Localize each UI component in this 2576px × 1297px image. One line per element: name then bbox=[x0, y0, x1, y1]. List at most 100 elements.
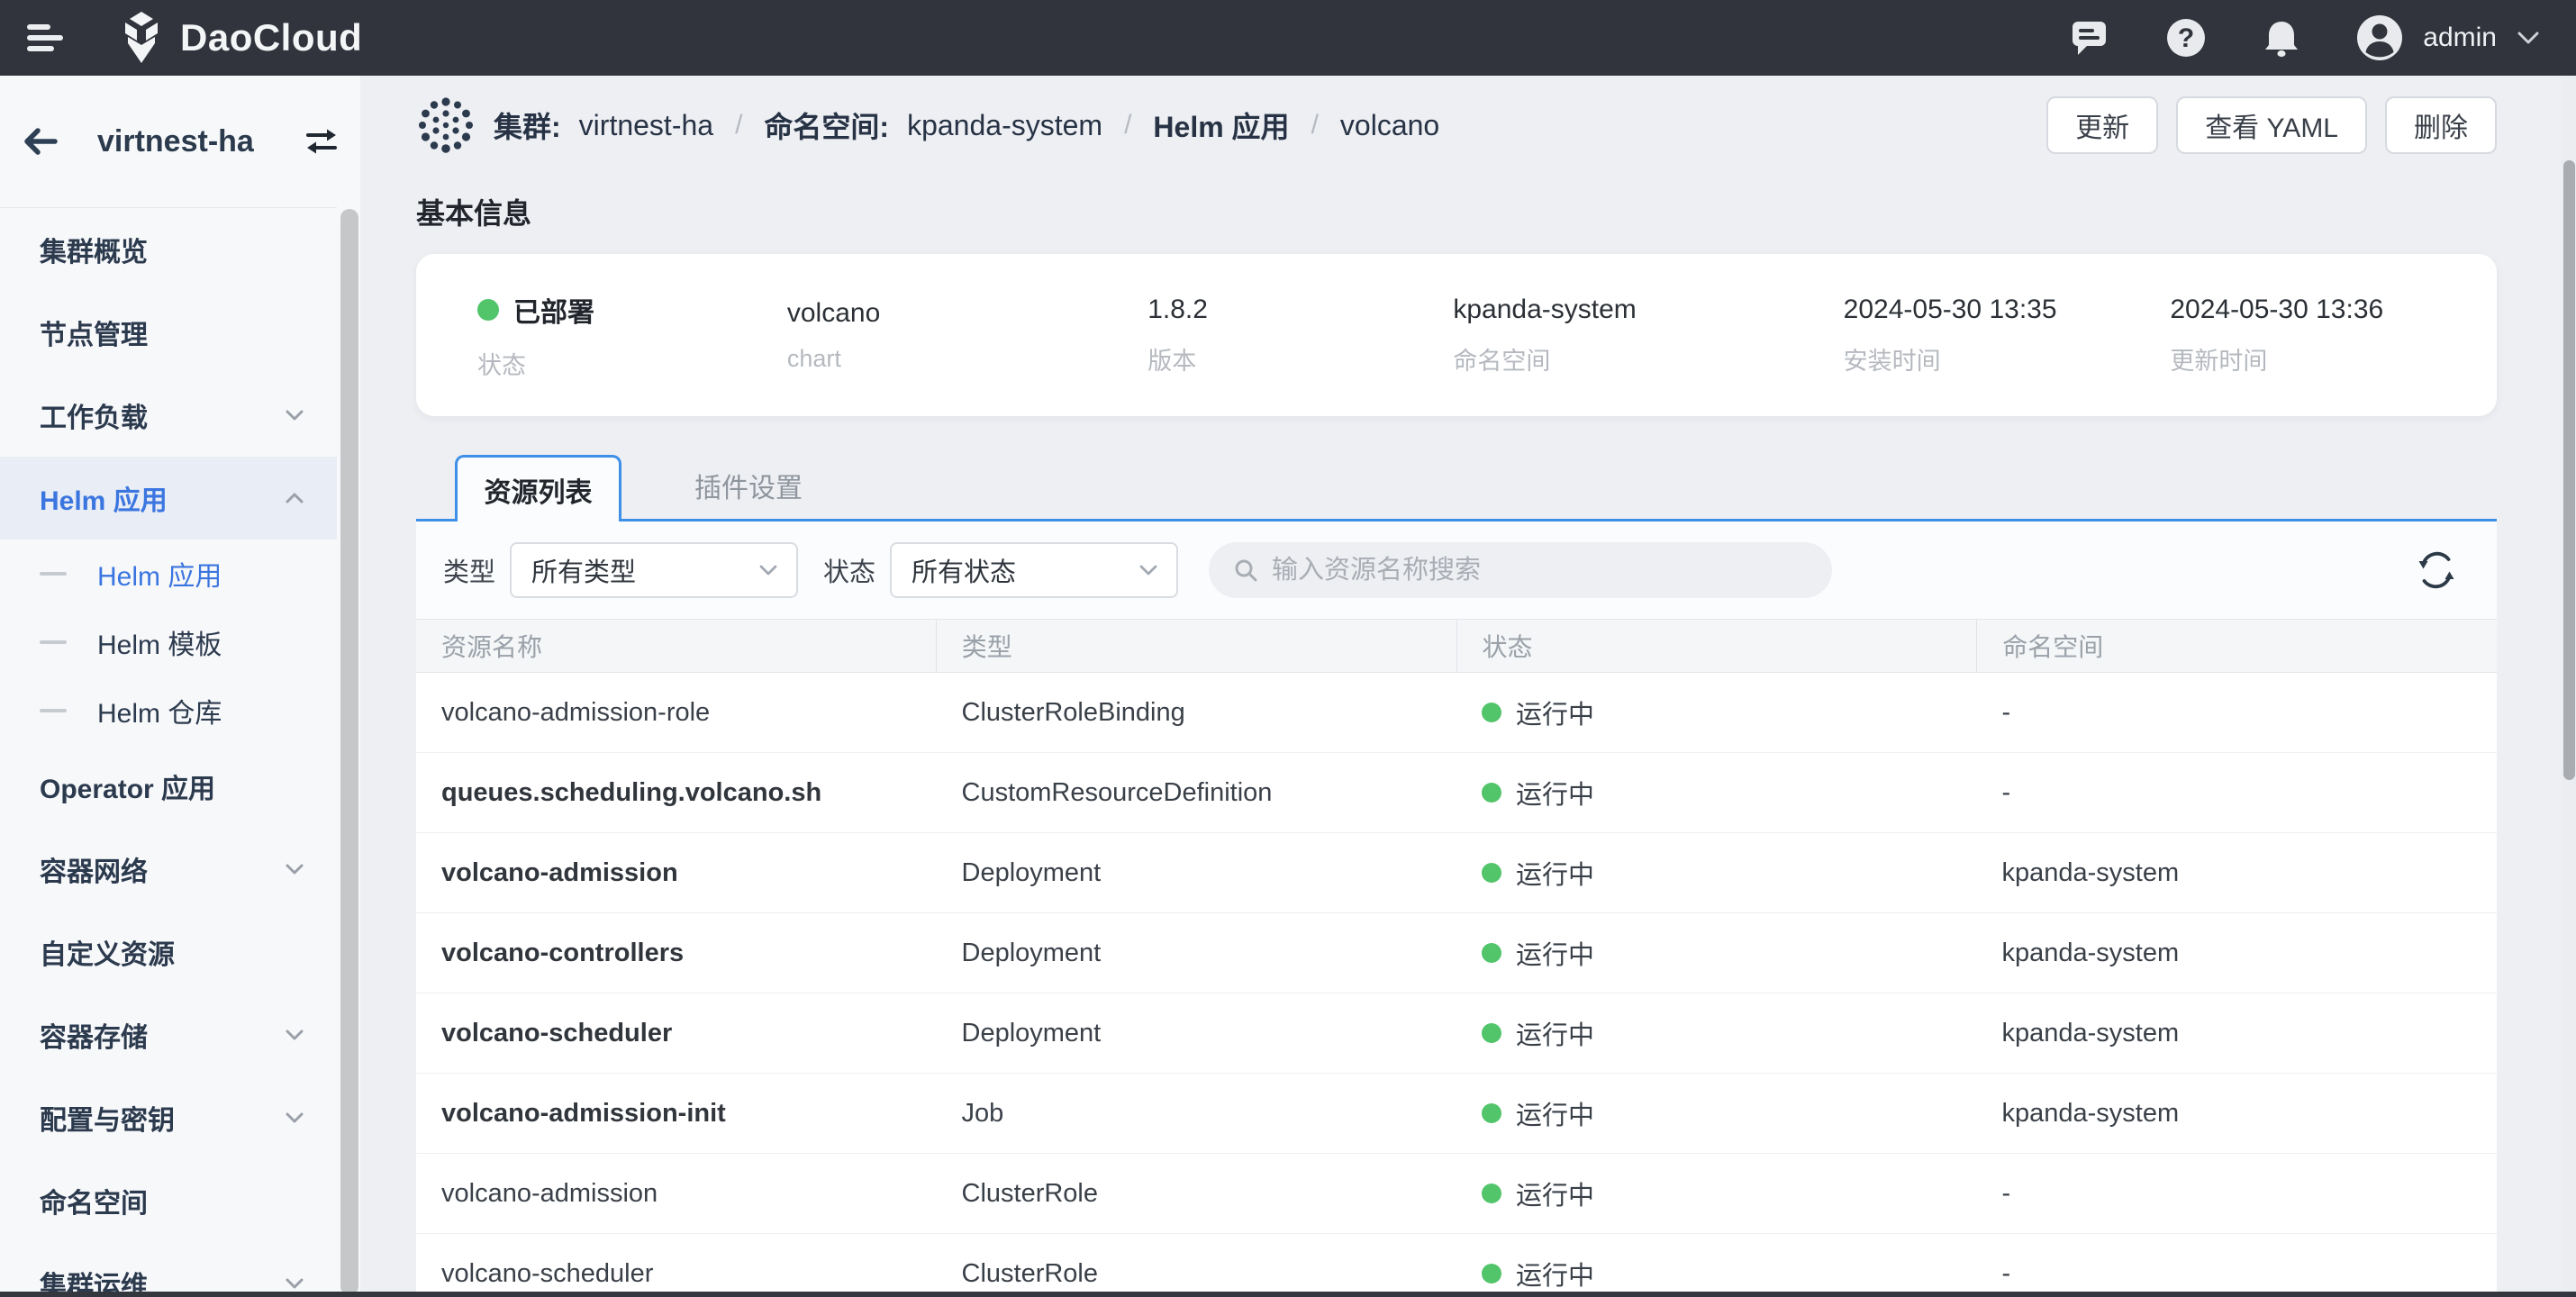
page-scrollbar-thumb[interactable] bbox=[2563, 160, 2575, 780]
cell-resource-name: volcano-scheduler bbox=[416, 1259, 937, 1289]
breadcrumb-item[interactable]: volcano bbox=[1340, 109, 1439, 142]
brand[interactable]: DaoCloud bbox=[117, 11, 362, 65]
sidebar-item-集群运维[interactable]: 集群运维 bbox=[0, 1242, 337, 1297]
menu-icon[interactable] bbox=[27, 22, 67, 54]
sidebar-item-容器存储[interactable]: 容器存储 bbox=[0, 993, 337, 1076]
update-button[interactable]: 更新 bbox=[2046, 96, 2158, 154]
table-row: volcano-controllersDeployment运行中kpanda-s… bbox=[416, 913, 2497, 993]
info-field-label: 命名空间 bbox=[1453, 341, 1843, 376]
help-icon[interactable]: ? bbox=[2165, 17, 2207, 59]
sidebar-item-label: 节点管理 bbox=[40, 313, 148, 352]
cell-status: 运行中 bbox=[1456, 1175, 1977, 1212]
sidebar-item-helm-仓库[interactable]: Helm 仓库 bbox=[0, 676, 337, 745]
breadcrumb-item[interactable]: Helm 应用 bbox=[1153, 104, 1289, 146]
sidebar-item-label: 工作负载 bbox=[40, 395, 148, 435]
breadcrumb-separator: / bbox=[1311, 110, 1319, 141]
sidebar-item-工作负载[interactable]: 工作负载 bbox=[0, 374, 337, 457]
table-row: volcano-schedulerDeployment运行中kpanda-sys… bbox=[416, 993, 2497, 1074]
sidebar-item-命名空间[interactable]: 命名空间 bbox=[0, 1159, 337, 1242]
sidebar-item-label: 容器存储 bbox=[40, 1015, 148, 1055]
breadcrumb-item[interactable]: 命名空间: bbox=[764, 104, 889, 146]
chevron-down-icon bbox=[283, 404, 306, 427]
brand-name: DaoCloud bbox=[180, 16, 362, 59]
status-filter-label: 状态 bbox=[823, 551, 875, 589]
breadcrumb-item[interactable]: virtnest-ha bbox=[579, 109, 713, 142]
tab-资源列表[interactable]: 资源列表 bbox=[455, 455, 621, 522]
sidebar-item-helm-模板[interactable]: Helm 模板 bbox=[0, 608, 337, 676]
info-field-命名空间: kpanda-system 命名空间 bbox=[1453, 295, 1843, 376]
topbar: DaoCloud ? bbox=[0, 0, 2576, 76]
table-header: 资源名称类型状态命名空间 bbox=[416, 619, 2497, 673]
table-row: volcano-admission-initJob运行中kpanda-syste… bbox=[416, 1074, 2497, 1154]
column-header-类型: 类型 bbox=[936, 620, 1456, 672]
type-filter-value: 所有类型 bbox=[531, 551, 636, 589]
table-body: volcano-admission-roleClusterRoleBinding… bbox=[416, 673, 2497, 1297]
resource-search[interactable] bbox=[1209, 542, 1832, 598]
info-field-value: 2024-05-30 13:35 bbox=[1844, 295, 2171, 325]
chevron-down-icon bbox=[283, 1106, 306, 1129]
notification-bell-icon[interactable] bbox=[2261, 17, 2302, 59]
status-dot-icon bbox=[1482, 1264, 1501, 1283]
sidebar-item-自定义资源[interactable]: 自定义资源 bbox=[0, 911, 337, 993]
info-field-value: volcano bbox=[787, 298, 1147, 329]
tab-插件设置[interactable]: 插件设置 bbox=[645, 452, 852, 519]
sidebar-item-helm-应用[interactable]: Helm 应用 bbox=[0, 540, 337, 608]
back-arrow-icon[interactable] bbox=[22, 126, 59, 157]
basic-info-title: 基本信息 bbox=[416, 196, 2497, 231]
info-value-text: 2024-05-30 13:36 bbox=[2170, 295, 2383, 325]
sidebar-scrollbar[interactable] bbox=[340, 209, 358, 1295]
info-field-value: kpanda-system bbox=[1453, 295, 1843, 325]
basic-info-card: 已部署状态volcanochart1.8.2版本kpanda-system命名空… bbox=[416, 254, 2497, 416]
cell-status: 运行中 bbox=[1456, 934, 1977, 972]
info-field-label: 安装时间 bbox=[1844, 341, 2171, 376]
user-menu[interactable]: admin bbox=[2356, 14, 2540, 61]
cell-resource-name: volcano-admission bbox=[416, 1179, 937, 1209]
status-filter-select[interactable]: 所有状态 bbox=[890, 542, 1178, 598]
tab-panel: 类型 所有类型 状态 所有状态 bbox=[416, 522, 2497, 1297]
cell-status: 运行中 bbox=[1456, 1014, 1977, 1052]
column-header-状态: 状态 bbox=[1456, 620, 1977, 672]
sidebar-item-label: Operator 应用 bbox=[40, 766, 215, 806]
sidebar-item-operator-应用[interactable]: Operator 应用 bbox=[0, 745, 337, 828]
cell-status: 运行中 bbox=[1456, 774, 1977, 812]
info-field-label: chart bbox=[787, 345, 1147, 373]
page-scrollbar-track bbox=[2562, 76, 2576, 1297]
sidebar-item-label: 配置与密钥 bbox=[40, 1098, 175, 1138]
daocloud-logo-icon bbox=[117, 11, 166, 65]
message-icon[interactable] bbox=[2070, 18, 2111, 58]
cell-type: ClusterRole bbox=[937, 1259, 1457, 1289]
svg-text:?: ? bbox=[2178, 23, 2194, 53]
status-text: 运行中 bbox=[1516, 774, 1594, 812]
sidebar-item-节点管理[interactable]: 节点管理 bbox=[0, 291, 337, 374]
table-row: volcano-schedulerClusterRole运行中- bbox=[416, 1234, 2497, 1297]
info-field-value: 已部署 bbox=[477, 290, 787, 330]
cell-type: Deployment bbox=[937, 858, 1457, 888]
cell-resource-name: volcano-scheduler bbox=[416, 1019, 937, 1048]
info-value-text: volcano bbox=[787, 298, 880, 329]
sidebar-item-配置与密钥[interactable]: 配置与密钥 bbox=[0, 1076, 337, 1159]
type-filter-select[interactable]: 所有类型 bbox=[510, 542, 798, 598]
status-text: 运行中 bbox=[1516, 934, 1594, 972]
sidebar-item-容器网络[interactable]: 容器网络 bbox=[0, 828, 337, 911]
chevron-down-icon bbox=[757, 558, 780, 582]
sidebar-item-label: Helm 应用 bbox=[97, 554, 222, 594]
cluster-title: virtnest-ha bbox=[97, 124, 254, 159]
switch-cluster-icon[interactable] bbox=[303, 125, 340, 158]
breadcrumb-item[interactable]: 集群: bbox=[494, 104, 561, 146]
chevron-down-icon bbox=[283, 1023, 306, 1047]
info-field-chart: volcano chart bbox=[787, 298, 1147, 373]
cell-type: ClusterRoleBinding bbox=[937, 698, 1457, 728]
status-dot-icon bbox=[1482, 1184, 1501, 1203]
breadcrumb-item[interactable]: kpanda-system bbox=[907, 109, 1102, 142]
search-input[interactable] bbox=[1272, 556, 1809, 585]
sidebar-item-label: Helm 应用 bbox=[40, 478, 168, 518]
refresh-icon[interactable] bbox=[2416, 549, 2457, 591]
info-field-更新时间: 2024-05-30 13:36更新时间 bbox=[2170, 295, 2497, 376]
view-yaml-button[interactable]: 查看 YAML bbox=[2176, 96, 2367, 154]
delete-button[interactable]: 删除 bbox=[2385, 96, 2497, 154]
sidebar-item-集群概览[interactable]: 集群概览 bbox=[0, 208, 337, 291]
status-text: 运行中 bbox=[1516, 1094, 1594, 1132]
info-value-text: 1.8.2 bbox=[1147, 295, 1208, 325]
sidebar-item-helm-应用[interactable]: Helm 应用 bbox=[0, 457, 337, 540]
info-field-安装时间: 2024-05-30 13:35 安装时间 bbox=[1844, 295, 2171, 376]
